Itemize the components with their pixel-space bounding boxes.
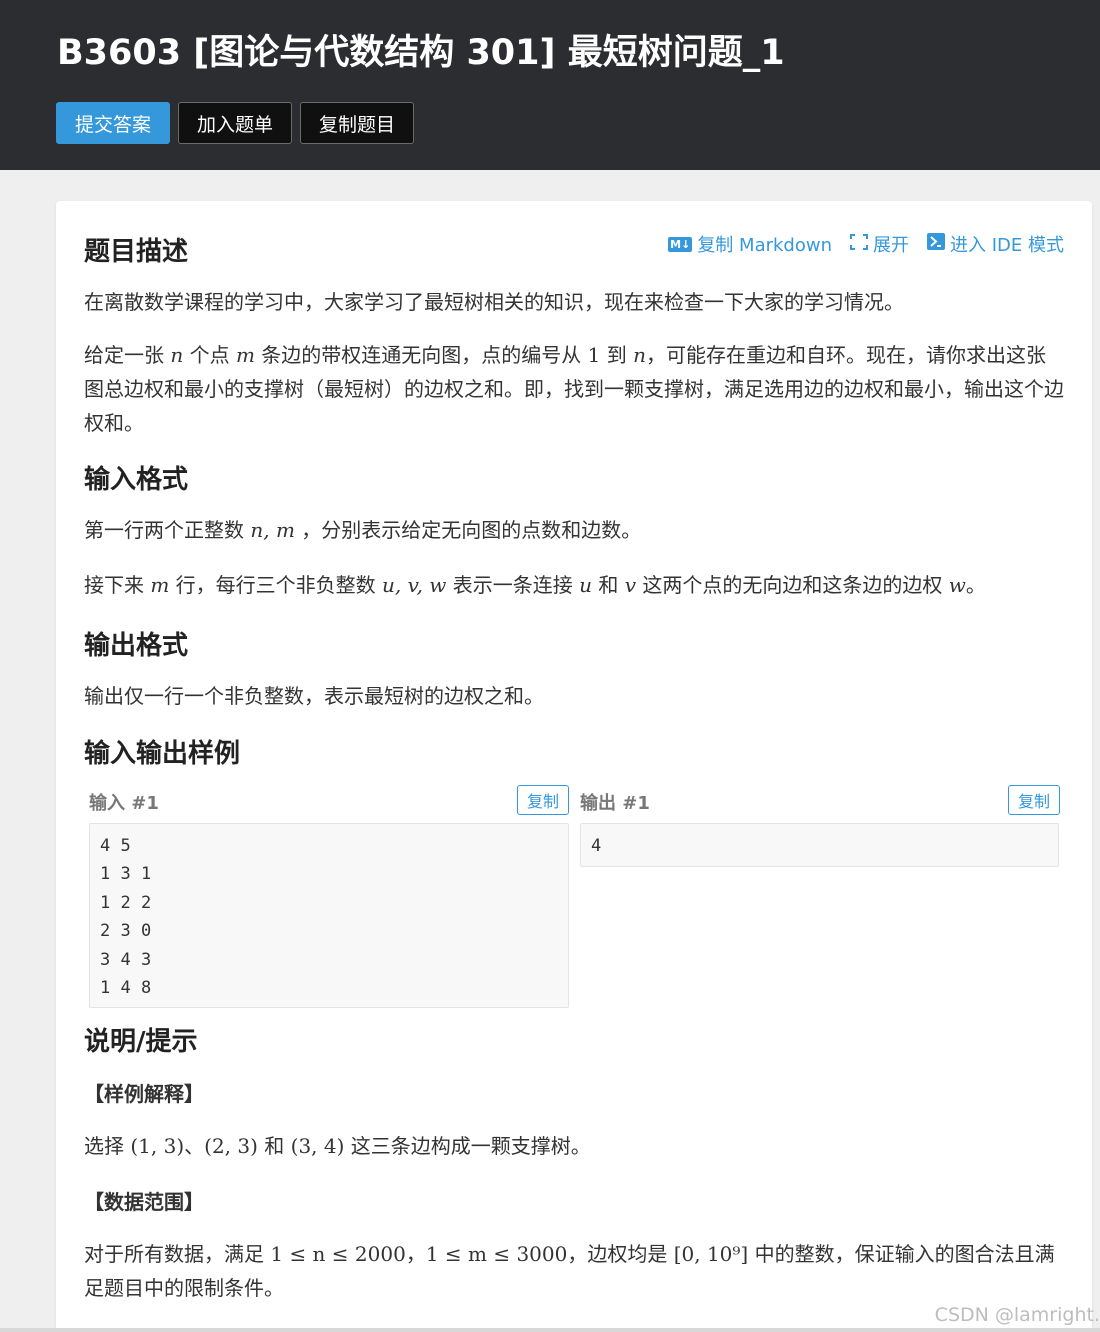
copy-sample-input-button[interactable]: 复制 <box>517 785 569 815</box>
sample-output-box[interactable]: 4 <box>580 823 1059 867</box>
sample-explanation-title: 【样例解释】 <box>84 1082 204 1106</box>
sample-output-label: 输出 #1 <box>580 793 650 814</box>
problem-card: M↓ 复制 Markdown 展开 进入 IDE 模式 题目描述 在离散数学课程… <box>56 201 1092 1332</box>
page-title: B3603 [图论与代数结构 301] 最短树问题_1 <box>57 33 785 73</box>
expand-icon <box>850 233 868 255</box>
input-format-paragraph-1: 第一行两个正整数 n, m ，分别表示给定无向图的点数和边数。 <box>84 518 642 542</box>
sample-input-box[interactable]: 4 5 1 3 1 1 2 2 2 3 0 3 4 3 1 4 8 <box>89 823 569 1008</box>
copy-markdown-label: 复制 Markdown <box>697 235 832 256</box>
copy-problem-button[interactable]: 复制题目 <box>300 102 415 144</box>
data-range-title: 【数据范围】 <box>84 1190 204 1214</box>
markdown-icon: M↓ <box>668 236 693 252</box>
description-paragraph-2: 给定一张 n 个点 m 条边的带权连通无向图，点的编号从 1 到 n，可能存在重… <box>84 343 1064 435</box>
sample-input-label: 输入 #1 <box>89 793 159 814</box>
description-heading: 题目描述 <box>84 237 189 267</box>
data-range-text: 对于所有数据，满足 1 ≤ n ≤ 2000，1 ≤ m ≤ 3000，边权均是… <box>84 1242 1055 1300</box>
copy-markdown-link[interactable]: M↓ 复制 Markdown <box>668 231 832 257</box>
sample-explanation-text: 选择 (1, 3)、(2, 3) 和 (3, 4) 这三条边构成一颗支撑树。 <box>84 1134 591 1158</box>
csdn-watermark: CSDN @lamright. <box>934 1304 1100 1326</box>
input-format-paragraph-2: 接下来 m 行，每行三个非负整数 u, v, w 表示一条连接 u 和 v 这两… <box>84 573 986 597</box>
add-to-list-button[interactable]: 加入题单 <box>178 102 293 144</box>
description-paragraph-1: 在离散数学课程的学习中，大家学习了最短树相关的知识，现在来检查一下大家的学习情况… <box>84 290 904 314</box>
output-format-heading: 输出格式 <box>84 631 189 661</box>
expand-link[interactable]: 展开 <box>850 231 909 257</box>
ide-mode-link[interactable]: 进入 IDE 模式 <box>927 231 1064 257</box>
bottom-divider <box>0 1328 1100 1332</box>
problem-toolbar: M↓ 复制 Markdown 展开 进入 IDE 模式 <box>668 231 1064 257</box>
terminal-icon <box>927 233 945 255</box>
ide-mode-label: 进入 IDE 模式 <box>950 235 1064 256</box>
samples-heading: 输入输出样例 <box>84 739 241 769</box>
problem-header: B3603 [图论与代数结构 301] 最短树问题_1 提交答案 加入题单 复制… <box>0 0 1100 170</box>
submit-answer-button[interactable]: 提交答案 <box>56 102 171 144</box>
output-format-paragraph: 输出仅一行一个非负整数，表示最短树的边权之和。 <box>84 684 544 708</box>
expand-label: 展开 <box>873 235 909 256</box>
input-format-heading: 输入格式 <box>84 465 189 495</box>
copy-sample-output-button[interactable]: 复制 <box>1008 785 1060 815</box>
header-actions: 提交答案 加入题单 复制题目 <box>56 102 415 144</box>
hint-heading: 说明/提示 <box>84 1027 198 1057</box>
